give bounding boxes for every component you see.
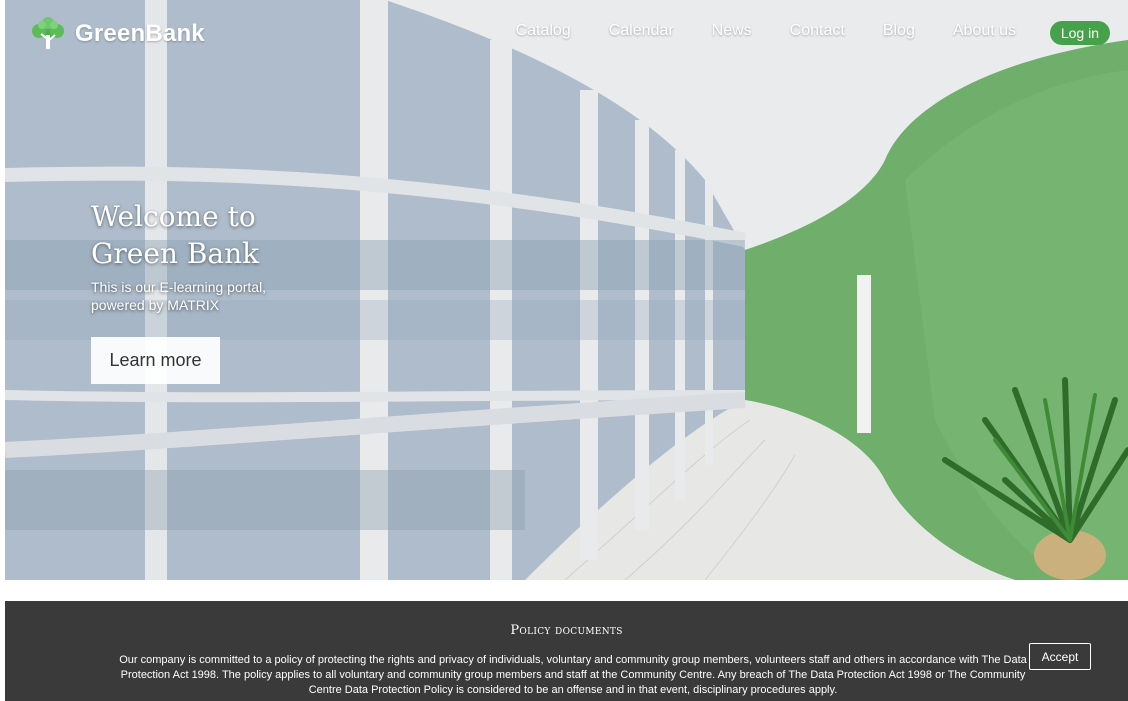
hero-title-line-1: Welcome to [91, 200, 256, 233]
brand-logo[interactable]: GreenBank [29, 14, 205, 54]
nav-link-catalog[interactable]: Catalog [516, 22, 571, 40]
learn-more-button[interactable]: Learn more [91, 337, 220, 384]
hero-subtitle-line-1: This is our E-learning portal, [91, 279, 267, 295]
hero-text-block: Welcome to Green Bank This is our E-lear… [91, 198, 311, 314]
nav-link-calendar[interactable]: Calendar [609, 22, 674, 40]
hero-title: Welcome to Green Bank [91, 198, 311, 272]
policy-text: Our company is committed to a policy of … [119, 654, 1027, 696]
hero-title-line-2: Green Bank [91, 237, 260, 270]
login-button[interactable]: Log in [1049, 21, 1110, 45]
hero-subtitle: This is our E-learning portal, powered b… [91, 278, 291, 314]
accept-button[interactable]: Accept [1029, 643, 1091, 670]
nav-link-contact[interactable]: Contact [790, 22, 845, 40]
nav-link-blog[interactable]: Blog [883, 22, 915, 40]
policy-banner: Policy documents Our company is committe… [5, 601, 1128, 701]
top-navbar: GreenBank Catalog Calendar News Contact … [5, 0, 1128, 68]
brand-name: GreenBank [75, 20, 205, 47]
nav-link-about-us[interactable]: About us [953, 22, 1016, 40]
tree-logo-icon [32, 17, 64, 49]
hero-subtitle-line-2: powered by MATRIX [91, 297, 220, 313]
nav-link-news[interactable]: News [712, 22, 752, 40]
main-nav: Catalog Calendar News Contact Blog About… [516, 22, 1016, 40]
policy-title: Policy documents [510, 623, 623, 638]
